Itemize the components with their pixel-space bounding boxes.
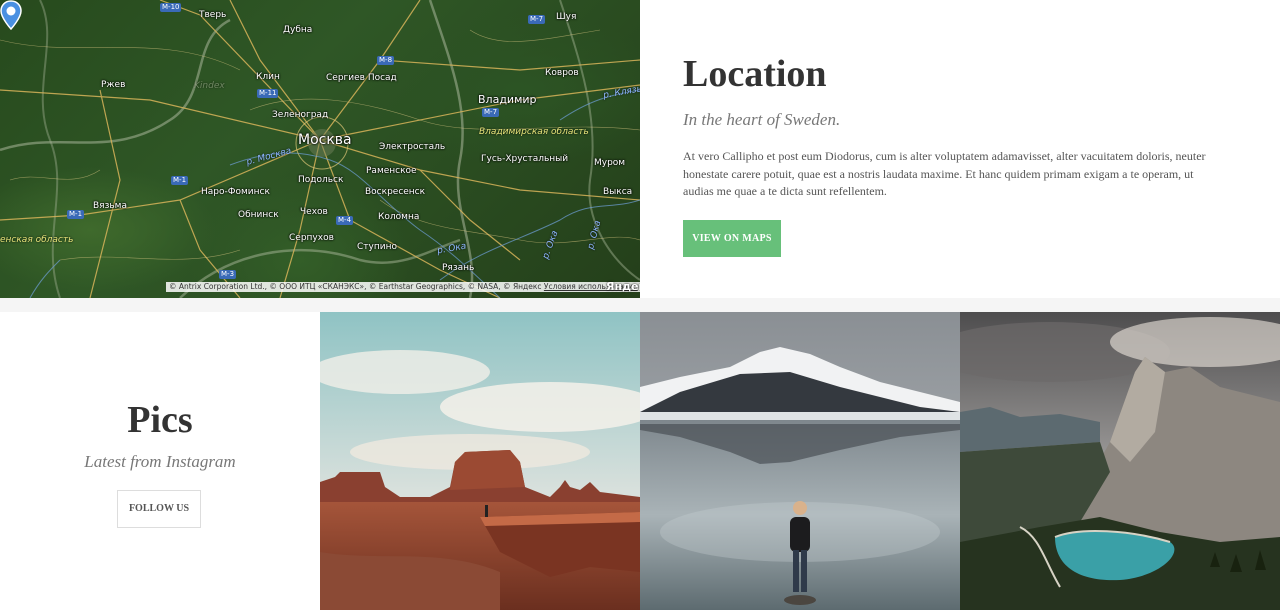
city-label: Тверь bbox=[199, 10, 227, 20]
region-label: енская область bbox=[0, 235, 74, 245]
city-label: Вязьма bbox=[93, 201, 127, 211]
location-section: M-10 M-8 M-7 M-7 M-11 M-1 M-1 M-4 M-3 Тв… bbox=[0, 0, 1280, 298]
road-label: M-11 bbox=[257, 89, 279, 98]
map-pin-icon[interactable] bbox=[0, 0, 22, 30]
city-label: Гусь-Хрустальный bbox=[481, 154, 569, 164]
city-label: Чехов bbox=[300, 207, 328, 217]
city-label: Выкса bbox=[603, 187, 633, 197]
location-body: At vero Callipho et post eum Diodorus, c… bbox=[683, 149, 1206, 198]
city-label: Обнинск bbox=[238, 210, 279, 220]
instagram-photo-lake[interactable] bbox=[640, 312, 960, 610]
city-label: Ржев bbox=[101, 80, 126, 90]
city-label: Ковров bbox=[545, 68, 579, 78]
location-title: Location bbox=[683, 53, 827, 95]
map-attribution: © Antrix Corporation Ltd., © ООО ИТЦ «СК… bbox=[166, 282, 640, 292]
city-label: Дубна bbox=[283, 25, 313, 35]
instagram-photo-peak[interactable] bbox=[960, 312, 1280, 610]
location-content: Location In the heart of Sweden. At vero… bbox=[683, 52, 1223, 257]
city-label: Ступино bbox=[357, 242, 397, 252]
city-label: Серпухов bbox=[289, 233, 334, 243]
city-label: Раменское bbox=[366, 166, 417, 176]
attribution-text: © Antrix Corporation Ltd., © ООО ИТЦ «СК… bbox=[169, 282, 544, 291]
city-label: Подольск bbox=[298, 175, 344, 185]
pics-intro: Pics Latest from Instagram FOLLOW US bbox=[0, 312, 320, 610]
city-label: Муром bbox=[594, 158, 626, 168]
city-label: Клин bbox=[256, 72, 280, 82]
road-label: M-1 bbox=[67, 210, 85, 219]
road-label: M-8 bbox=[377, 56, 395, 65]
map-widget[interactable]: M-10 M-8 M-7 M-7 M-11 M-1 M-1 M-4 M-3 Тв… bbox=[0, 0, 640, 298]
pics-title: Pics bbox=[127, 399, 193, 441]
pics-subtitle: Latest from Instagram bbox=[84, 452, 236, 471]
location-subtitle: In the heart of Sweden. bbox=[683, 110, 841, 129]
city-label: Зеленоград bbox=[272, 110, 329, 120]
yandex-logo[interactable]: Яндекс bbox=[606, 280, 640, 293]
city-label: Рязань bbox=[442, 263, 475, 273]
region-label: Владимирская область bbox=[479, 127, 589, 137]
city-label: Электросталь bbox=[379, 142, 446, 152]
view-on-maps-button[interactable]: VIEW ON MAPS bbox=[683, 219, 781, 257]
road-label: M-3 bbox=[219, 270, 237, 279]
region-label: Kindex bbox=[194, 81, 225, 91]
city-label-moscow: Москва bbox=[298, 132, 352, 148]
follow-us-button[interactable]: FOLLOW US bbox=[117, 490, 201, 528]
road-label: M-4 bbox=[336, 216, 354, 225]
road-label: M-1 bbox=[171, 176, 189, 185]
city-label: Наро-Фоминск bbox=[201, 187, 270, 197]
city-label: Воскресенск bbox=[365, 187, 426, 197]
city-label: Шуя bbox=[556, 12, 577, 22]
instagram-photo-desert[interactable] bbox=[320, 312, 640, 610]
road-label: M-10 bbox=[160, 3, 182, 12]
city-label: Владимир bbox=[478, 93, 537, 106]
pics-section: Pics Latest from Instagram FOLLOW US bbox=[0, 312, 1280, 610]
road-label: M-7 bbox=[482, 108, 500, 117]
city-label: Коломна bbox=[378, 212, 420, 222]
city-label: Сергиев Посад bbox=[326, 73, 397, 83]
road-label: M-7 bbox=[528, 15, 546, 24]
